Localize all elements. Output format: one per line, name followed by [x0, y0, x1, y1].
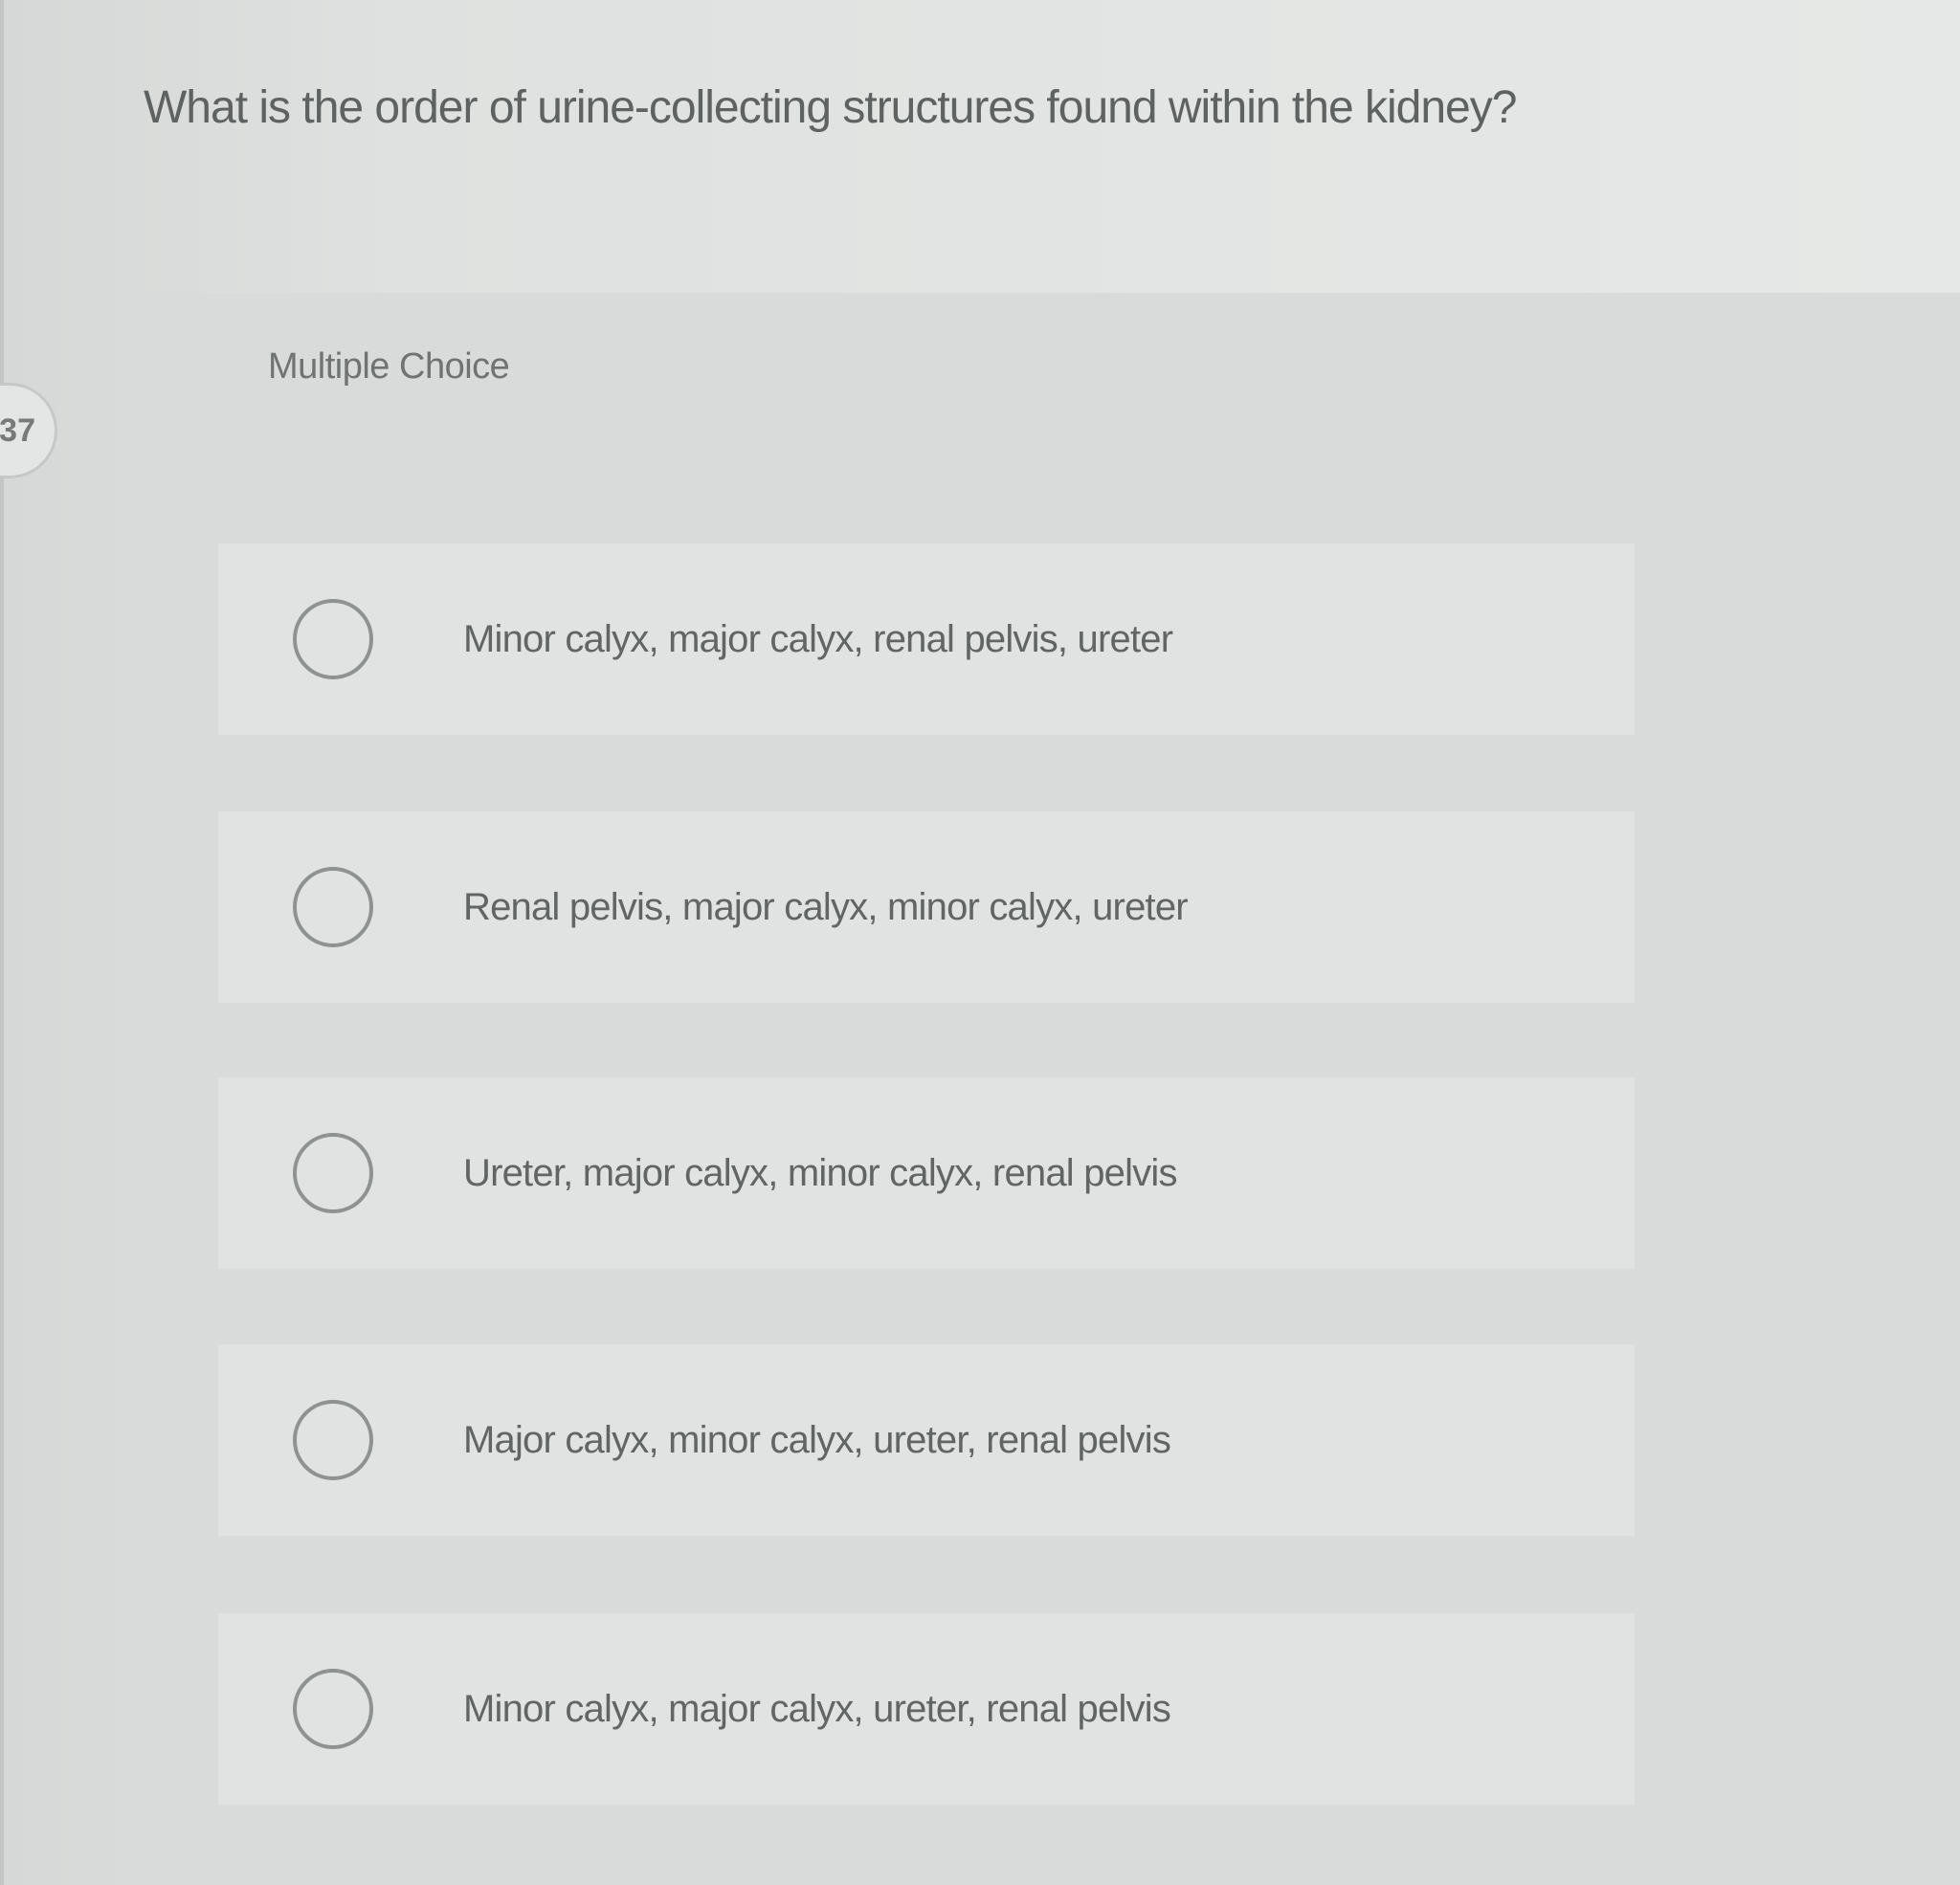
choice-label: Minor calyx, major calyx, ureter, renal … — [463, 1687, 1171, 1730]
choice-label: Minor calyx, major calyx, renal pelvis, … — [463, 617, 1173, 660]
left-edge-divider — [0, 0, 4, 1885]
radio-button-icon[interactable] — [293, 1133, 373, 1213]
quiz-page: 37 What is the order of urine-collecting… — [0, 0, 1960, 1885]
radio-button-icon[interactable] — [293, 599, 373, 679]
choice-label: Major calyx, minor calyx, ureter, renal … — [463, 1418, 1171, 1461]
choice-option-3[interactable]: Ureter, major calyx, minor calyx, renal … — [218, 1077, 1635, 1269]
radio-button-icon[interactable] — [293, 1669, 373, 1749]
choice-option-1[interactable]: Minor calyx, major calyx, renal pelvis, … — [218, 543, 1635, 735]
question-text: What is the order of urine-collecting st… — [144, 82, 1517, 133]
choice-label: Ureter, major calyx, minor calyx, renal … — [463, 1151, 1177, 1194]
question-number-badge[interactable]: 37 — [0, 383, 57, 478]
choice-label: Renal pelvis, major calyx, minor calyx, … — [463, 885, 1189, 928]
choice-option-2[interactable]: Renal pelvis, major calyx, minor calyx, … — [218, 811, 1635, 1003]
choice-option-4[interactable]: Major calyx, minor calyx, ureter, renal … — [218, 1344, 1635, 1536]
question-number: 37 — [0, 411, 35, 449]
radio-button-icon[interactable] — [293, 867, 373, 947]
choice-option-5[interactable]: Minor calyx, major calyx, ureter, renal … — [218, 1613, 1635, 1805]
radio-button-icon[interactable] — [293, 1400, 373, 1480]
multiple-choice-label: Multiple Choice — [268, 346, 510, 387]
